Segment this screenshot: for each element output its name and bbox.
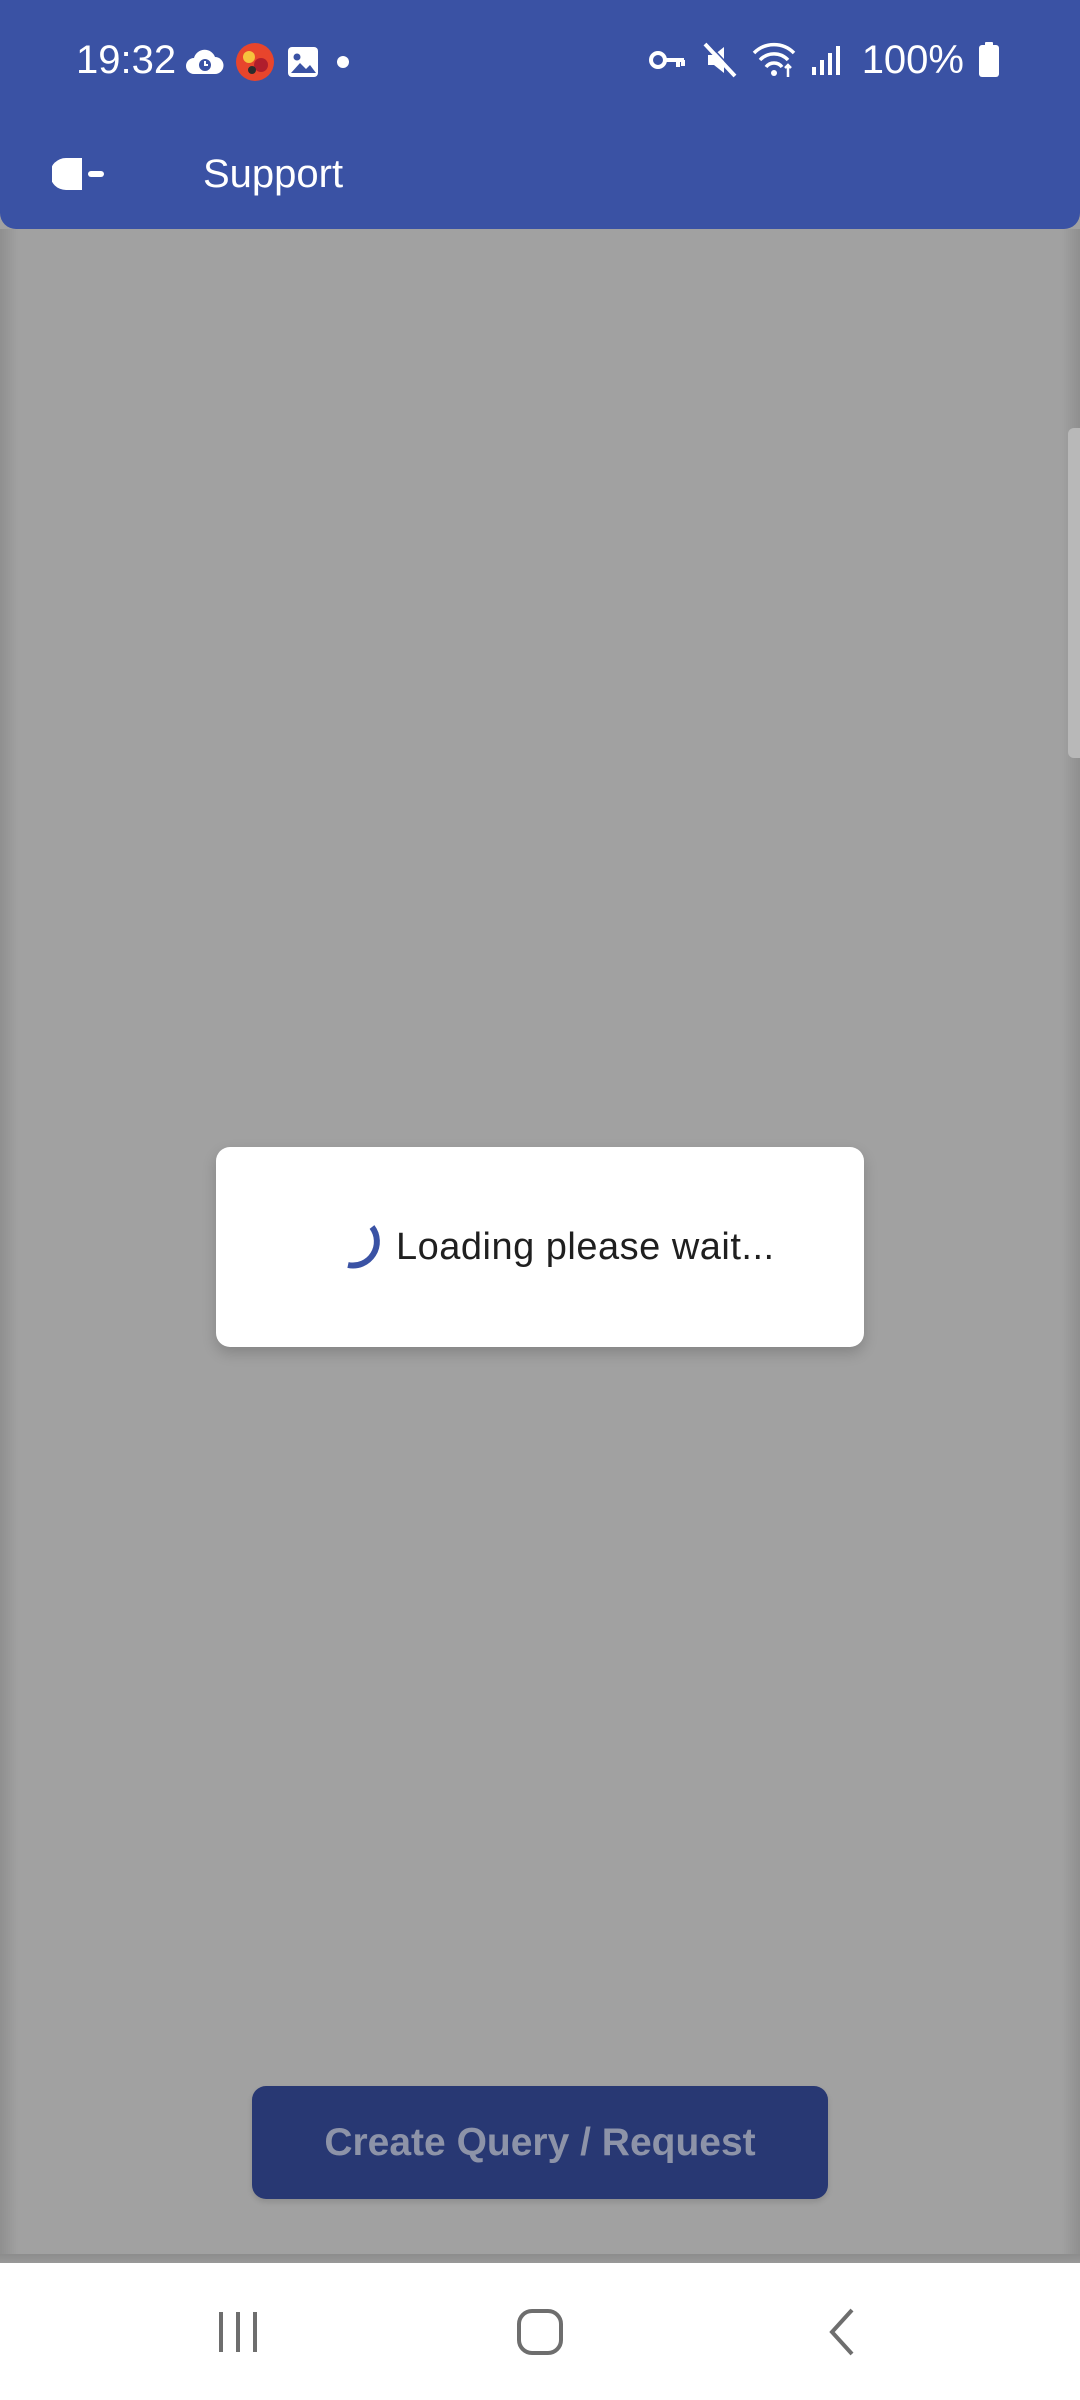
battery-percent: 100% xyxy=(861,38,964,82)
create-query-button[interactable]: Create Query / Request xyxy=(252,2086,828,2199)
system-nav-bar xyxy=(0,2263,1080,2400)
status-right-icons: 100% xyxy=(648,36,1000,84)
overlay-shade-left xyxy=(0,229,18,2263)
nav-back-button[interactable] xyxy=(782,2287,902,2377)
signal-icon xyxy=(810,43,844,77)
loading-message: Loading please wait... xyxy=(396,1226,775,1268)
nav-recents-button[interactable] xyxy=(178,2287,298,2377)
cloud-icon xyxy=(184,46,224,78)
dot-icon xyxy=(330,49,356,75)
status-left-icons xyxy=(184,40,356,84)
back-icon xyxy=(824,2307,860,2357)
app-bar: 19:32 100% Support xyxy=(0,0,1080,229)
back-button[interactable] xyxy=(40,134,120,214)
image-icon xyxy=(286,45,320,79)
status-bar: 19:32 100% xyxy=(0,0,1080,120)
recents-icon xyxy=(213,2310,263,2354)
page-title: Support xyxy=(203,152,344,196)
nav-home-button[interactable] xyxy=(480,2287,600,2377)
support-screen: 19:32 100% Support Loading please wait..… xyxy=(0,0,1080,2400)
scrollbar-thumb[interactable] xyxy=(1068,428,1080,758)
mute-icon xyxy=(702,41,738,79)
vpn-key-icon xyxy=(648,45,688,75)
battery-icon xyxy=(978,42,1000,78)
toolbar: Support xyxy=(0,120,1080,229)
loading-dialog: Loading please wait... xyxy=(216,1147,864,1347)
status-time: 19:32 xyxy=(76,38,177,82)
loading-spinner-icon xyxy=(316,1207,396,1287)
home-icon xyxy=(516,2308,564,2356)
app-notification-icon xyxy=(234,41,276,83)
wifi-icon xyxy=(752,41,796,79)
back-arrow-icon xyxy=(52,154,108,194)
